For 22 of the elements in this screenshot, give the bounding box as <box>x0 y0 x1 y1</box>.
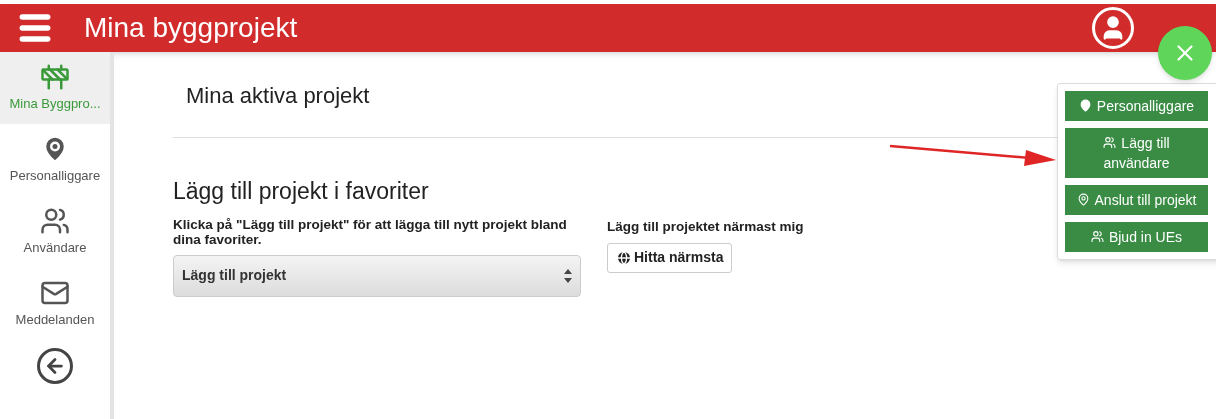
location-pin-icon <box>1078 99 1092 112</box>
close-fab-button[interactable] <box>1158 26 1212 80</box>
updown-caret-icon <box>564 268 572 283</box>
menu-action-button[interactable]: Lägg till användare <box>1065 128 1208 178</box>
project-select[interactable]: Lägg till projekt <box>173 254 581 297</box>
menu-action-button[interactable]: Bjud in UEs <box>1065 222 1208 252</box>
back-icon[interactable] <box>37 348 73 384</box>
users-icon <box>1103 136 1117 149</box>
app-title: Mina byggprojekt <box>84 11 298 45</box>
location-pin-icon <box>1076 193 1090 206</box>
globe-icon <box>616 249 632 266</box>
sidebar-item[interactable]: Meddelanden <box>0 268 110 340</box>
description-text: Klicka på "Lägg till projekt" för att lägga till nytt projekt bland dina favoriter. <box>173 216 568 247</box>
sidebar-item[interactable]: Användare <box>0 196 110 268</box>
users-icon <box>1090 230 1104 243</box>
section-heading: Lägg till projekt i favoriter <box>173 177 430 206</box>
menu-action-button[interactable]: Anslut till projekt <box>1065 185 1208 215</box>
account-icon[interactable] <box>1092 7 1134 49</box>
sidebar-item[interactable]: Personalliggare <box>0 124 110 196</box>
find-nearest-button[interactable]: Hitta närmsta <box>607 242 733 273</box>
menu-action-button[interactable]: Personalliggare <box>1065 91 1208 121</box>
nearest-label: Lägg till projektet närmast mig <box>607 217 804 236</box>
